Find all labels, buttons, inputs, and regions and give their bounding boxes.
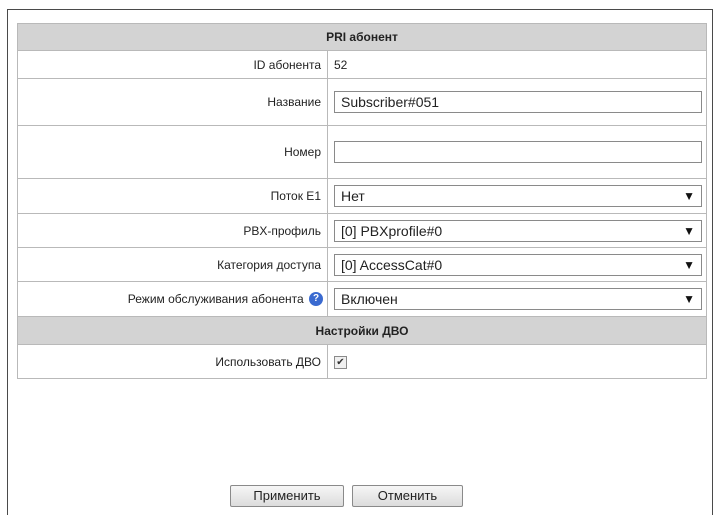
stream-value: Нет — [341, 188, 365, 204]
name-input[interactable] — [334, 91, 702, 113]
id-label: ID абонента — [17, 50, 328, 79]
mode-select[interactable]: Включен ▼ — [334, 288, 702, 310]
access-value: [0] AccessCat#0 — [341, 256, 443, 273]
question-icon[interactable]: ? — [309, 292, 323, 307]
access-label: Категория доступа — [17, 247, 328, 282]
dvo-section-title: Настройки ДВО — [17, 316, 707, 345]
stream-select[interactable]: Нет ▼ — [334, 185, 702, 207]
pbx-select[interactable]: [0] PBXprofile#0 ▼ — [334, 219, 702, 242]
name-label: Название — [17, 78, 328, 126]
pri-subscriber-form: PRI абонент ID абонента 52 Название Номе… — [17, 23, 707, 379]
dropdown-arrow-icon: ▼ — [683, 292, 695, 306]
stream-label: Поток E1 — [17, 178, 328, 214]
number-input[interactable] — [334, 141, 702, 163]
apply-button[interactable]: Применить — [230, 485, 344, 507]
pbx-label: PBX-профиль — [17, 213, 328, 248]
dvo-use-checkbox[interactable]: ✔ — [334, 355, 347, 369]
access-select[interactable]: [0] AccessCat#0 ▼ — [334, 253, 702, 276]
cancel-button[interactable]: Отменить — [352, 485, 463, 507]
dropdown-arrow-icon: ▼ — [683, 223, 695, 238]
dropdown-arrow-icon: ▼ — [683, 257, 695, 272]
dropdown-arrow-icon: ▼ — [683, 189, 695, 203]
number-label: Номер — [17, 125, 328, 179]
mode-label: Режим обслуживания абонента — [127, 291, 304, 306]
mode-value: Включен — [341, 291, 398, 307]
mode-label-cell: Режим обслуживания абонента ? — [17, 281, 328, 317]
pbx-value: [0] PBXprofile#0 — [341, 222, 443, 239]
dvo-use-label: Использовать ДВО — [17, 344, 328, 379]
section-title: PRI абонент — [17, 23, 707, 51]
id-value: 52 — [327, 50, 707, 79]
